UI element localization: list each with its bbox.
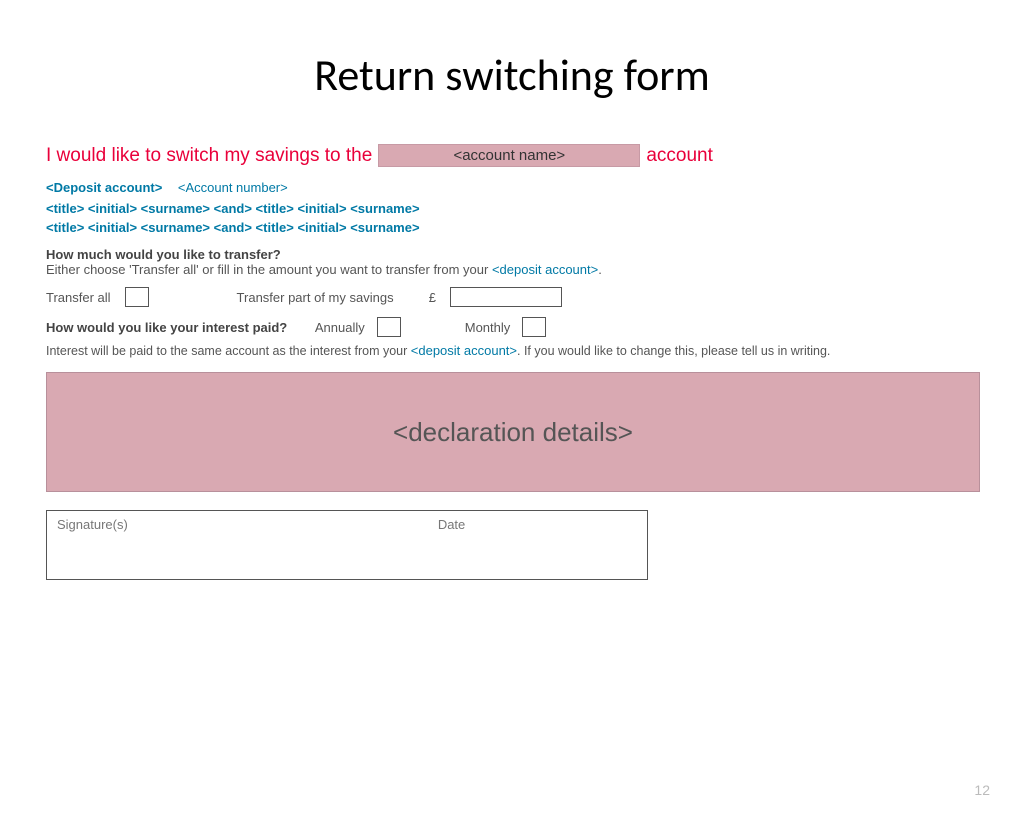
switch-suffix: account	[646, 145, 713, 167]
slide-title: Return switching form	[0, 48, 1024, 102]
form-area: I would like to switch my savings to the…	[46, 144, 978, 580]
transfer-all-checkbox[interactable]	[125, 287, 149, 307]
annually-checkbox[interactable]	[377, 317, 401, 337]
date-label: Date	[438, 517, 465, 532]
transfer-part-label: Transfer part of my savings	[237, 290, 394, 305]
declaration-placeholder[interactable]: <declaration details>	[46, 372, 980, 492]
switch-line: I would like to switch my savings to the…	[46, 144, 978, 167]
account-number-placeholder: <Account number>	[178, 180, 288, 195]
signature-box[interactable]: Signature(s) Date	[46, 510, 648, 580]
switch-prefix: I would like to switch my savings to the	[46, 145, 372, 167]
transfer-row: Transfer all Transfer part of my savings…	[46, 287, 978, 307]
signature-label: Signature(s)	[57, 517, 128, 532]
name-row-1: <title> <initial> <surname> <and> <title…	[46, 201, 978, 216]
transfer-help-placeholder: <deposit account>	[492, 262, 598, 277]
transfer-help-post: .	[598, 262, 602, 277]
transfer-help-pre: Either choose 'Transfer all' or fill in …	[46, 262, 492, 277]
monthly-checkbox[interactable]	[522, 317, 546, 337]
interest-note-pre: Interest will be paid to the same accoun…	[46, 344, 411, 358]
interest-note: Interest will be paid to the same accoun…	[46, 343, 978, 358]
transfer-question: How much would you like to transfer?	[46, 247, 978, 262]
deposit-account-placeholder: <Deposit account>	[46, 180, 162, 195]
transfer-all-label: Transfer all	[46, 290, 111, 305]
transfer-help: Either choose 'Transfer all' or fill in …	[46, 262, 978, 277]
interest-note-post: . If you would like to change this, plea…	[517, 344, 830, 358]
page-number: 12	[974, 782, 990, 798]
name-row-2: <title> <initial> <surname> <and> <title…	[46, 220, 978, 235]
annually-label: Annually	[315, 320, 365, 335]
interest-row: How would you like your interest paid? A…	[46, 317, 978, 337]
transfer-amount-input[interactable]	[450, 287, 562, 307]
monthly-label: Monthly	[465, 320, 511, 335]
interest-question: How would you like your interest paid?	[46, 320, 287, 335]
deposit-account-line: <Deposit account> <Account number>	[46, 179, 978, 195]
currency-label: £	[429, 290, 436, 305]
interest-note-placeholder: <deposit account>	[411, 343, 517, 358]
account-name-placeholder[interactable]: <account name>	[378, 144, 640, 167]
